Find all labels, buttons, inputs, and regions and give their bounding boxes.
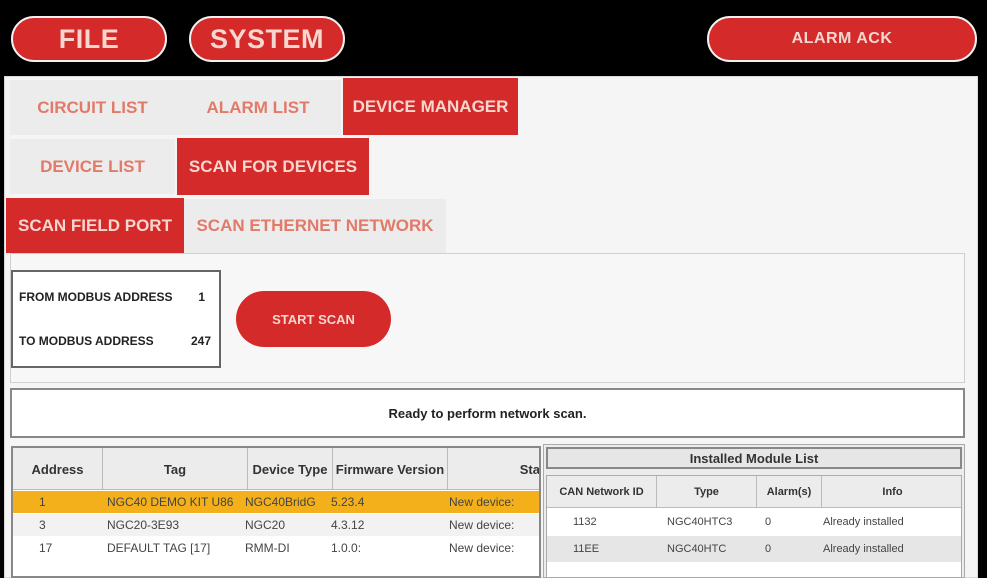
cell-address: 1 bbox=[39, 495, 46, 509]
discovered-devices-table: Address Tag Device Type Firmware Version… bbox=[11, 446, 541, 578]
tab-device-manager[interactable]: DEVICE MANAGER bbox=[343, 78, 518, 135]
table-row[interactable]: 3 NGC20-3E93 NGC20 4.3.12 New device: bbox=[13, 514, 539, 536]
from-address-label: FROM MODBUS ADDRESS bbox=[19, 290, 173, 304]
to-address-input[interactable]: 247 bbox=[181, 334, 211, 348]
cell-status: New device: bbox=[449, 541, 515, 555]
table-row[interactable]: 1132 NGC40HTC3 0 Already installed bbox=[547, 509, 961, 535]
cell-tag: DEFAULT TAG [17] bbox=[107, 541, 211, 555]
column-header-info[interactable]: Info bbox=[822, 476, 961, 508]
cell-can-id: 1132 bbox=[573, 516, 597, 528]
modbus-address-range: FROM MODBUS ADDRESS 1 TO MODBUS ADDRESS … bbox=[11, 270, 221, 368]
cell-device-type: RMM-DI bbox=[245, 541, 290, 555]
cell-status: New device: bbox=[449, 495, 515, 509]
cell-alarms: 0 bbox=[765, 543, 772, 555]
alarm-ack-button[interactable]: ALARM ACK bbox=[707, 16, 977, 62]
tab-scan-ethernet-network[interactable]: SCAN ETHERNET NETWORK bbox=[184, 199, 446, 253]
cell-type: NGC40HTC bbox=[667, 543, 727, 555]
cell-info: Already installed bbox=[823, 543, 904, 555]
from-address-input[interactable]: 1 bbox=[181, 290, 205, 304]
tab-circuit-list[interactable]: CIRCUIT LIST bbox=[10, 80, 175, 135]
cell-device-type: NGC20 bbox=[245, 518, 286, 532]
cell-tag: NGC40 DEMO KIT U86 bbox=[107, 495, 234, 509]
cell-device-type: NGC40BridG bbox=[245, 495, 316, 509]
column-header-firmware[interactable]: Firmware Version bbox=[333, 448, 448, 490]
installed-module-table: CAN Network ID Type Alarm(s) Info 1132 N… bbox=[546, 475, 962, 577]
tab-scan-field-port[interactable]: SCAN FIELD PORT bbox=[6, 198, 184, 253]
column-header-alarms[interactable]: Alarm(s) bbox=[757, 476, 822, 508]
column-header-address[interactable]: Address bbox=[13, 448, 103, 490]
cell-can-id: 11EE bbox=[573, 543, 600, 555]
installed-module-title: Installed Module List bbox=[546, 447, 962, 469]
cell-firmware: 5.23.4 bbox=[331, 495, 365, 509]
column-header-can-id[interactable]: CAN Network ID bbox=[547, 476, 657, 508]
table-header: CAN Network ID Type Alarm(s) Info bbox=[547, 476, 961, 508]
system-menu-button[interactable]: SYSTEM bbox=[189, 16, 345, 62]
cell-tag: NGC20-3E93 bbox=[107, 518, 180, 532]
table-row[interactable]: 11EE NGC40HTC 0 Already installed bbox=[547, 536, 961, 562]
cell-address: 17 bbox=[39, 541, 53, 555]
tab-scan-for-devices[interactable]: SCAN FOR DEVICES bbox=[177, 138, 369, 195]
installed-module-panel: Installed Module List CAN Network ID Typ… bbox=[543, 444, 965, 578]
tab-alarm-list[interactable]: ALARM LIST bbox=[175, 80, 341, 135]
cell-alarms: 0 bbox=[765, 516, 772, 528]
cell-type: NGC40HTC3 bbox=[667, 516, 733, 528]
table-row[interactable]: 17 DEFAULT TAG [17] RMM-DI 1.0.0: New de… bbox=[13, 537, 539, 559]
cell-info: Already installed bbox=[823, 516, 904, 528]
cell-status: New device: bbox=[449, 518, 515, 532]
scan-status-message: Ready to perform network scan. bbox=[10, 388, 965, 438]
column-header-type[interactable]: Type bbox=[657, 476, 757, 508]
column-header-status[interactable]: Sta bbox=[448, 448, 539, 490]
cell-firmware: 4.3.12 bbox=[331, 518, 365, 532]
to-address-label: TO MODBUS ADDRESS bbox=[19, 334, 154, 348]
table-header: Address Tag Device Type Firmware Version… bbox=[13, 448, 539, 490]
column-header-tag[interactable]: Tag bbox=[103, 448, 248, 490]
top-bar: FILE SYSTEM ALARM ACK bbox=[0, 0, 987, 76]
table-row[interactable]: 1 NGC40 DEMO KIT U86 NGC40BridG 5.23.4 N… bbox=[13, 491, 539, 513]
file-menu-button[interactable]: FILE bbox=[11, 16, 167, 62]
start-scan-button[interactable]: START SCAN bbox=[236, 291, 391, 347]
tab-device-list[interactable]: DEVICE LIST bbox=[10, 139, 175, 194]
column-header-device-type[interactable]: Device Type bbox=[248, 448, 333, 490]
cell-address: 3 bbox=[39, 518, 46, 532]
cell-firmware: 1.0.0: bbox=[331, 541, 362, 555]
